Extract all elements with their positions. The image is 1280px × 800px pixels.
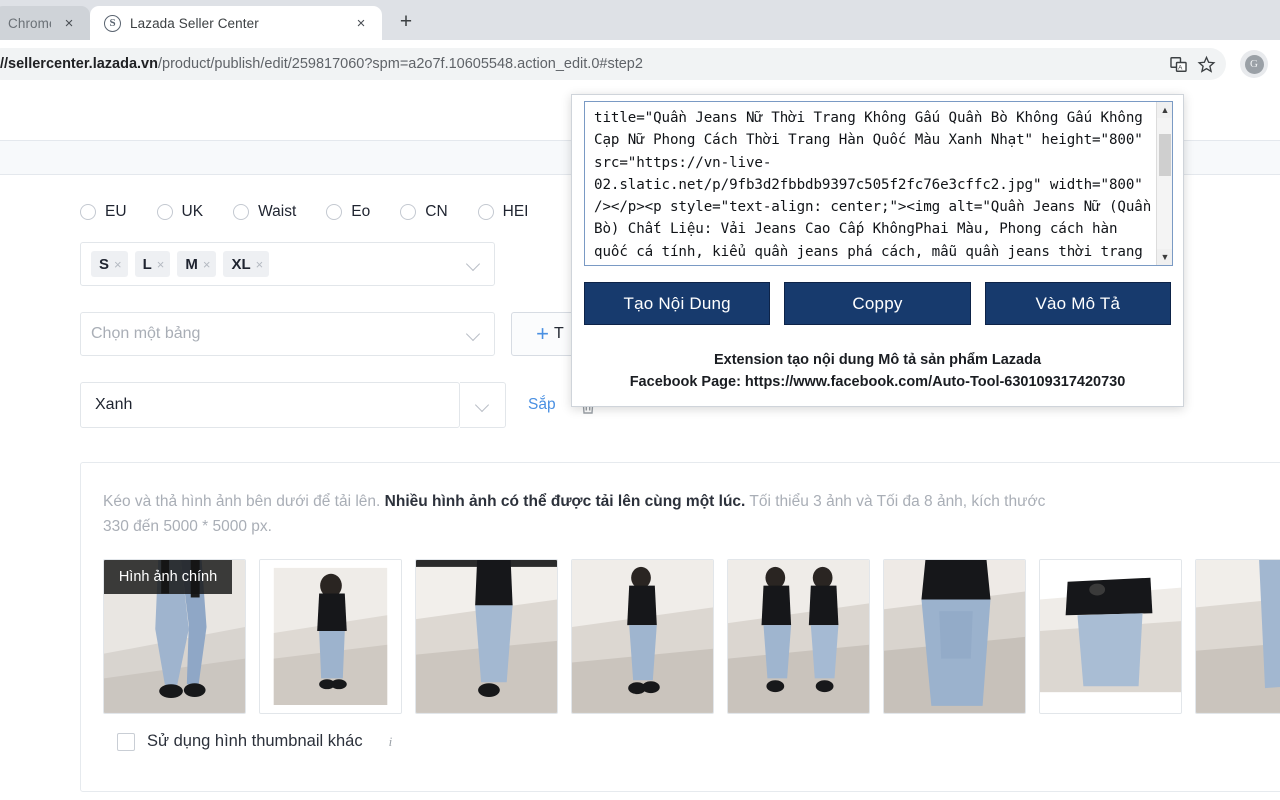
- radio-label: Eo: [351, 203, 370, 221]
- alt-thumbnail-checkbox[interactable]: [117, 733, 135, 751]
- hint-part1: Kéo và thả hình ảnh bên dưới để tải lên.: [103, 493, 385, 510]
- radio-label: EU: [105, 203, 127, 221]
- chevron-down-icon[interactable]: [466, 326, 482, 342]
- textarea-scrollbar[interactable]: ▲ ▼: [1156, 102, 1172, 265]
- description-textarea[interactable]: title="Quần Jeans Nữ Thời Trang Không Gấ…: [584, 101, 1173, 266]
- radio-circle-icon[interactable]: [157, 204, 173, 220]
- radio-cn[interactable]: CN: [400, 203, 447, 221]
- size-tag-m[interactable]: M ×: [177, 251, 216, 277]
- tab-title: Chrome: [8, 16, 51, 31]
- avatar: G: [1245, 55, 1264, 74]
- hint-part2: Tối thiểu 3 ảnh và Tối đa 8 ảnh, kích th…: [745, 493, 1045, 510]
- tab-lazada-seller-center[interactable]: S Lazada Seller Center ×: [90, 6, 382, 40]
- radio-circle-icon[interactable]: [233, 204, 249, 220]
- browser-window: Chrome × S Lazada Seller Center × + //se…: [0, 0, 1280, 800]
- chevron-down-icon[interactable]: [475, 397, 491, 413]
- thumbnail-3[interactable]: [415, 559, 558, 714]
- size-tag-s[interactable]: S ×: [91, 251, 128, 277]
- description-code-text: title="Quần Jeans Nữ Thời Trang Không Gấ…: [594, 107, 1152, 266]
- radio-label: CN: [425, 203, 447, 221]
- main-image-badge: Hình ảnh chính: [104, 560, 232, 594]
- tab-strip: Chrome × S Lazada Seller Center × +: [0, 0, 1280, 40]
- extension-footer: Extension tạo nội dung Mô tả sản phẩm La…: [584, 349, 1171, 394]
- tag-label: M: [185, 256, 198, 273]
- scrollbar-thumb[interactable]: [1159, 134, 1171, 176]
- translate-icon[interactable]: A: [1164, 50, 1192, 78]
- tag-label: XL: [231, 256, 250, 273]
- thumbnail-2[interactable]: [259, 559, 402, 714]
- alt-thumbnail-row: Sử dụng hình thumbnail khác i: [103, 732, 1280, 751]
- color-dropdown-button[interactable]: [460, 382, 506, 428]
- thumbnail-list: Hình ảnh chính: [103, 559, 1280, 714]
- color-input[interactable]: Xanh: [80, 382, 460, 428]
- size-tag-l[interactable]: L ×: [135, 251, 171, 277]
- image-upload-panel: Kéo và thả hình ảnh bên dưới để tải lên.…: [80, 462, 1280, 792]
- radio-circle-icon[interactable]: [326, 204, 342, 220]
- tab-title: Lazada Seller Center: [130, 16, 343, 31]
- extension-footer-line2: Facebook Page: https://www.facebook.com/…: [584, 371, 1171, 393]
- bookmark-star-icon[interactable]: [1192, 50, 1220, 78]
- thumbnail-7[interactable]: [1039, 559, 1182, 714]
- tag-label: L: [143, 256, 152, 273]
- remove-tag-icon[interactable]: ×: [114, 257, 122, 272]
- scroll-up-icon[interactable]: ▲: [1157, 102, 1173, 118]
- remove-tag-icon[interactable]: ×: [157, 257, 165, 272]
- copy-button[interactable]: Coppy: [784, 282, 970, 325]
- thumbnail-6[interactable]: [883, 559, 1026, 714]
- color-value: Xanh: [95, 396, 459, 414]
- upload-instructions: Kéo và thả hình ảnh bên dưới để tải lên.…: [103, 489, 1280, 539]
- sort-link[interactable]: Sắp: [528, 396, 556, 414]
- close-icon[interactable]: ×: [60, 14, 78, 32]
- close-icon[interactable]: ×: [352, 14, 370, 32]
- selected-size-tags: S × L × M × XL ×: [91, 251, 466, 277]
- thumbnail-main[interactable]: Hình ảnh chính: [103, 559, 246, 714]
- profile-avatar-icon[interactable]: G: [1240, 50, 1268, 78]
- table-select-placeholder: Chọn một bảng: [91, 325, 466, 343]
- table-select[interactable]: Chọn một bảng: [80, 312, 495, 356]
- hint-line2: 330 đến 5000 * 5000 px.: [103, 518, 272, 535]
- radio-height[interactable]: HEI: [478, 203, 529, 221]
- thumbnail-8[interactable]: [1195, 559, 1280, 714]
- extension-action-buttons: Tạo Nội Dung Coppy Vào Mô Tả: [584, 282, 1171, 325]
- chevron-down-icon[interactable]: [466, 256, 482, 272]
- thumbnail-4[interactable]: [571, 559, 714, 714]
- radio-circle-icon[interactable]: [478, 204, 494, 220]
- new-tab-button[interactable]: +: [391, 7, 421, 37]
- scroll-down-icon[interactable]: ▼: [1157, 249, 1173, 265]
- radio-circle-icon[interactable]: [80, 204, 96, 220]
- radio-uk[interactable]: UK: [157, 203, 204, 221]
- radio-label: HEI: [503, 203, 529, 221]
- extension-footer-line1: Extension tạo nội dung Mô tả sản phẩm La…: [584, 349, 1171, 371]
- browser-toolbar: //sellercenter.lazada.vn/product/publish…: [0, 40, 1280, 88]
- create-content-button[interactable]: Tạo Nội Dung: [584, 282, 770, 325]
- url-path: /product/publish/edit/259817060?spm=a2o7…: [158, 56, 643, 72]
- info-icon[interactable]: i: [389, 734, 393, 750]
- radio-circle-icon[interactable]: [400, 204, 416, 220]
- remove-tag-icon[interactable]: ×: [256, 257, 264, 272]
- radio-waist[interactable]: Waist: [233, 203, 296, 221]
- size-tag-xl[interactable]: XL ×: [223, 251, 269, 277]
- radio-label: Waist: [258, 203, 296, 221]
- thumbnail-5[interactable]: [727, 559, 870, 714]
- size-multiselect[interactable]: S × L × M × XL ×: [80, 242, 495, 286]
- radio-eo[interactable]: Eo: [326, 203, 370, 221]
- extension-popup: title="Quần Jeans Nữ Thời Trang Không Gấ…: [571, 94, 1184, 407]
- tag-label: S: [99, 256, 109, 273]
- tab-chrome[interactable]: Chrome ×: [0, 6, 90, 40]
- lazada-icon: S: [104, 15, 121, 32]
- add-table-label: T: [554, 325, 564, 343]
- alt-thumbnail-label: Sử dụng hình thumbnail khác: [147, 732, 363, 751]
- plus-icon: +: [536, 323, 549, 345]
- hint-bold: Nhiều hình ảnh có thể được tải lên cùng …: [385, 493, 746, 510]
- url-text: //sellercenter.lazada.vn/product/publish…: [0, 56, 1164, 72]
- insert-description-button[interactable]: Vào Mô Tả: [985, 282, 1171, 325]
- radio-eu[interactable]: EU: [80, 203, 127, 221]
- radio-label: UK: [182, 203, 204, 221]
- url-domain: //sellercenter.lazada.vn: [0, 56, 158, 72]
- remove-tag-icon[interactable]: ×: [203, 257, 211, 272]
- address-bar[interactable]: //sellercenter.lazada.vn/product/publish…: [0, 48, 1226, 80]
